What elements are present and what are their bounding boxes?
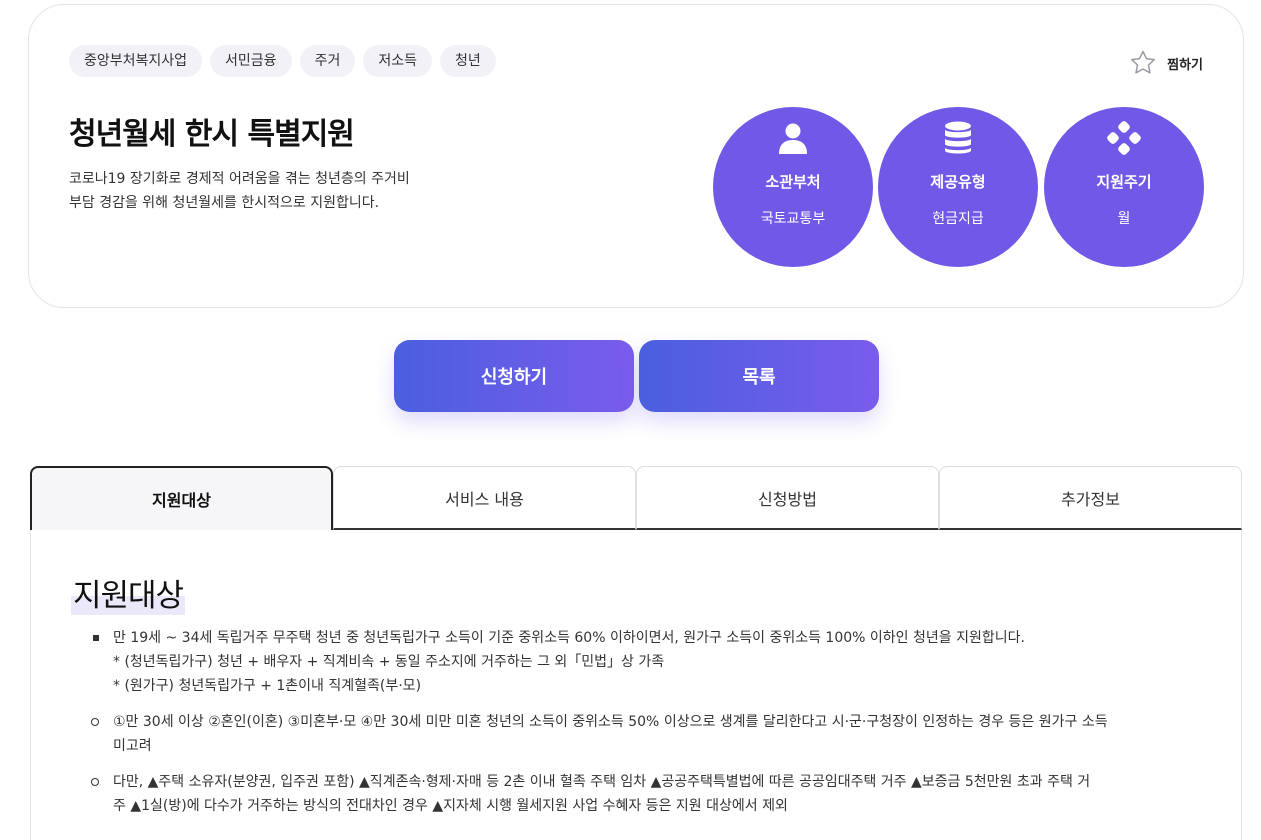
description-line: 부담 경감을 위해 청년월세를 한시적으로 지원합니다. [69, 195, 380, 211]
circle-bullet-icon [91, 778, 99, 786]
square-bullet-icon [93, 635, 99, 641]
tab-bar: 지원대상 서비스 내용 신청방법 추가정보 [30, 466, 1242, 530]
list-item-line: 만 19세 ~ 34세 독립거주 무주택 청년 중 청년독립가구 소득이 기준 … [113, 630, 1025, 646]
info-label: 소관부처 [765, 173, 821, 191]
dots-cluster-icon [1107, 121, 1141, 155]
list-item: ①만 30세 이상 ②혼인(이혼) ③미혼부·모 ④만 30세 미만 미혼 청년… [91, 710, 1171, 758]
info-circle-department: 소관부처 국토교통부 [713, 107, 873, 267]
list-item-line: 다만, ▲주택 소유자(분양권, 입주권 포함) ▲직계존속·형제·자매 등 2… [113, 774, 1091, 790]
info-label: 지원주기 [1096, 173, 1152, 191]
tag[interactable]: 중앙부처복지사업 [69, 45, 203, 77]
tab-application-method[interactable]: 신청방법 [636, 466, 939, 530]
section-title: 지원대상 [71, 570, 186, 615]
info-circle-provision-type: 제공유형 현금지급 [878, 107, 1038, 267]
person-icon [779, 123, 807, 154]
info-label: 제공유형 [930, 173, 986, 191]
tab-service-content[interactable]: 서비스 내용 [333, 466, 636, 530]
policy-description: 코로나19 장기화로 경제적 어려움을 겪는 청년층의 주거비 부담 경감을 위… [69, 167, 449, 215]
list-item-line: * (원가구) 청년독립가구 + 1촌이내 직계혈족(부·모) [113, 678, 422, 694]
tag[interactable]: 주거 [299, 45, 356, 77]
database-icon [945, 121, 971, 154]
apply-button[interactable]: 신청하기 [394, 340, 634, 412]
tag-list: 중앙부처복지사업 서민금융 주거 저소득 청년 [69, 45, 496, 77]
description-line: 코로나19 장기화로 경제적 어려움을 겪는 청년층의 주거비 [69, 171, 410, 187]
policy-summary-card: 중앙부처복지사업 서민금융 주거 저소득 청년 찜하기 청년월세 한시 특별지원… [28, 4, 1244, 308]
list-item-line: 미고려 [113, 738, 152, 754]
list-item-line: * (청년독립가구) 청년 + 배우자 + 직계비속 + 동일 주소지에 거주하… [113, 654, 665, 670]
info-circles: 소관부처 국토교통부 제공유형 현금지급 지원주기 월 [713, 107, 1204, 267]
tab-panel: 지원대상 만 19세 ~ 34세 독립거주 무주택 청년 중 청년독립가구 소득… [30, 530, 1242, 840]
info-value: 국토교통부 [760, 211, 826, 227]
favorite-button[interactable]: 찜하기 [1129, 49, 1203, 77]
info-value: 월 [1117, 211, 1131, 227]
tag[interactable]: 청년 [439, 45, 496, 77]
tab-additional-info[interactable]: 추가정보 [939, 466, 1242, 530]
list-button[interactable]: 목록 [639, 340, 879, 412]
info-circle-cycle: 지원주기 월 [1044, 107, 1204, 267]
favorite-label: 찜하기 [1167, 57, 1203, 73]
list-item-line: 주 ▲1실(방)에 다수가 거주하는 방식의 전대차인 경우 ▲지자체 시행 월… [113, 798, 788, 814]
tag[interactable]: 서민금융 [210, 45, 292, 77]
circle-bullet-icon [91, 718, 99, 726]
tab-eligibility[interactable]: 지원대상 [30, 466, 333, 530]
list-item-line: ①만 30세 이상 ②혼인(이혼) ③미혼부·모 ④만 30세 미만 미혼 청년… [113, 714, 1108, 730]
info-value: 현금지급 [932, 211, 984, 227]
star-outline-icon [1131, 50, 1156, 74]
page-title: 청년월세 한시 특별지원 [69, 117, 355, 152]
eligibility-list: 만 19세 ~ 34세 독립거주 무주택 청년 중 청년독립가구 소득이 기준 … [91, 626, 1171, 830]
list-item: 만 19세 ~ 34세 독립거주 무주택 청년 중 청년독립가구 소득이 기준 … [91, 626, 1171, 698]
tag[interactable]: 저소득 [363, 45, 432, 77]
list-item: 다만, ▲주택 소유자(분양권, 입주권 포함) ▲직계존속·형제·자매 등 2… [91, 770, 1171, 818]
